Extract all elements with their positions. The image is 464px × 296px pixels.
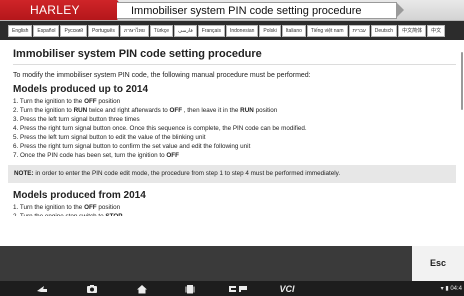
procedure-step: 4. Press the right turn signal button on… xyxy=(13,124,456,133)
page-title: Immobiliser system PIN code setting proc… xyxy=(13,48,262,60)
section-heading-from-2014: Models produced from 2014 xyxy=(13,190,146,201)
language-option[interactable]: עברית xyxy=(348,25,370,37)
steps-list-up-to-2014: 1. Turn the ignition to the OFF position… xyxy=(13,97,456,160)
step-keyword: STOP xyxy=(105,213,122,216)
procedure-step: 7. Once the PIN code has been set, turn … xyxy=(13,151,456,160)
procedure-step: 3. Press the left turn signal button thr… xyxy=(13,115,456,124)
procedure-step: 1. Turn the ignition to the OFF position xyxy=(13,203,456,212)
section-heading-up-to-2014: Models produced up to 2014 xyxy=(13,84,149,95)
procedure-content: Immobiliser system PIN code setting proc… xyxy=(0,40,464,246)
language-option[interactable]: Pусский xyxy=(60,25,88,37)
procedure-step: 6. Press the right turn signal button to… xyxy=(13,142,456,151)
language-option[interactable]: Indonesian xyxy=(225,25,259,37)
step-text: 1. Turn the ignition to the xyxy=(13,204,85,211)
language-option[interactable]: فارسی xyxy=(174,25,197,37)
scrollbar[interactable] xyxy=(461,52,463,110)
status-area: ▾ ▮ 04:4 xyxy=(441,284,462,294)
procedure-step: 2. Turn the ignition to RUN twice and ri… xyxy=(13,106,456,115)
language-option[interactable]: Deutsch xyxy=(370,25,398,37)
vci-icon[interactable]: VCI xyxy=(276,284,298,294)
procedure-step: 5. Press the left turn signal button to … xyxy=(13,133,456,142)
breadcrumb-page-title[interactable]: Immobiliser system PIN code setting proc… xyxy=(117,2,404,19)
step-text: 2. Turn the engine stop switch to xyxy=(13,213,105,216)
language-option[interactable]: ภาษาไทย xyxy=(119,25,149,37)
step-keyword: RUN xyxy=(240,107,254,114)
breadcrumb-bar: HARLEY Immobiliser system PIN code setti… xyxy=(0,0,464,21)
step-text: 6. Press the right turn signal button to… xyxy=(13,143,251,150)
language-selector: English Español Pусский Português ภาษาไทย Tür… xyxy=(8,25,464,39)
step-text: 7. Once the PIN code has been set, turn … xyxy=(13,152,167,159)
camera-icon[interactable] xyxy=(86,284,98,294)
divider xyxy=(13,64,456,65)
language-option[interactable]: Tiếng việt nam xyxy=(306,25,348,37)
step-text: twice and right afterwards to xyxy=(87,107,170,114)
step-text: position xyxy=(96,98,121,105)
recents-icon[interactable] xyxy=(184,284,196,294)
esc-button[interactable]: Esc xyxy=(412,246,464,281)
battery-icon: ▮ xyxy=(445,286,449,292)
step-text: 2. Turn the ignition to xyxy=(13,107,74,114)
step-text: 5. Press the left turn signal button to … xyxy=(13,134,206,141)
language-option[interactable]: Español xyxy=(33,25,60,37)
step-keyword: OFF xyxy=(84,204,97,211)
language-option[interactable]: English xyxy=(8,25,33,37)
intro-text: To modify the immobiliser system PIN cod… xyxy=(13,72,311,79)
note-text: in order to enter the PIN code edit mode… xyxy=(33,170,341,177)
language-option[interactable]: Português xyxy=(88,25,119,37)
step-keyword: OFF xyxy=(84,98,97,105)
step-keyword: RUN xyxy=(73,107,88,114)
step-keyword: OFF xyxy=(166,152,179,159)
language-option[interactable]: 中文简体 xyxy=(398,25,427,37)
step-keyword: OFF xyxy=(169,107,183,114)
clock: 04:4 xyxy=(450,286,462,292)
back-icon[interactable] xyxy=(36,284,48,294)
step-text: 4. Press the right turn signal button on… xyxy=(13,125,307,132)
step-text: position xyxy=(253,107,278,114)
bottom-toolbar: Esc xyxy=(0,246,464,281)
step-text: 3. Press the left turn signal button thr… xyxy=(13,116,140,123)
home-icon[interactable] xyxy=(136,284,148,294)
language-option[interactable]: Türkçe xyxy=(149,25,174,37)
language-option[interactable]: Français xyxy=(197,25,225,37)
procedure-step: 2. Turn the engine stop switch to STOP xyxy=(13,212,456,216)
steps-list-from-2014: 1. Turn the ignition to the OFF position… xyxy=(13,203,456,216)
note-label: NOTE: xyxy=(14,170,34,177)
step-text: 1. Turn the ignition to the xyxy=(13,98,85,105)
breadcrumb-brand[interactable]: HARLEY xyxy=(0,0,126,20)
language-option[interactable]: Italiano xyxy=(281,25,306,37)
car-link-icon[interactable] xyxy=(228,284,248,294)
wifi-icon: ▾ xyxy=(440,286,444,292)
step-text: position xyxy=(96,204,121,211)
language-option[interactable]: 中文 xyxy=(427,25,446,37)
system-nav-bar: VCI ▾ ▮ 04:4 xyxy=(0,281,464,296)
note-box: NOTE: in order to enter the PIN code edi… xyxy=(8,165,456,183)
procedure-step: 1. Turn the ignition to the OFF position xyxy=(13,97,456,106)
language-option[interactable]: Polski xyxy=(259,25,281,37)
step-text: , then leave it in the xyxy=(182,107,241,114)
